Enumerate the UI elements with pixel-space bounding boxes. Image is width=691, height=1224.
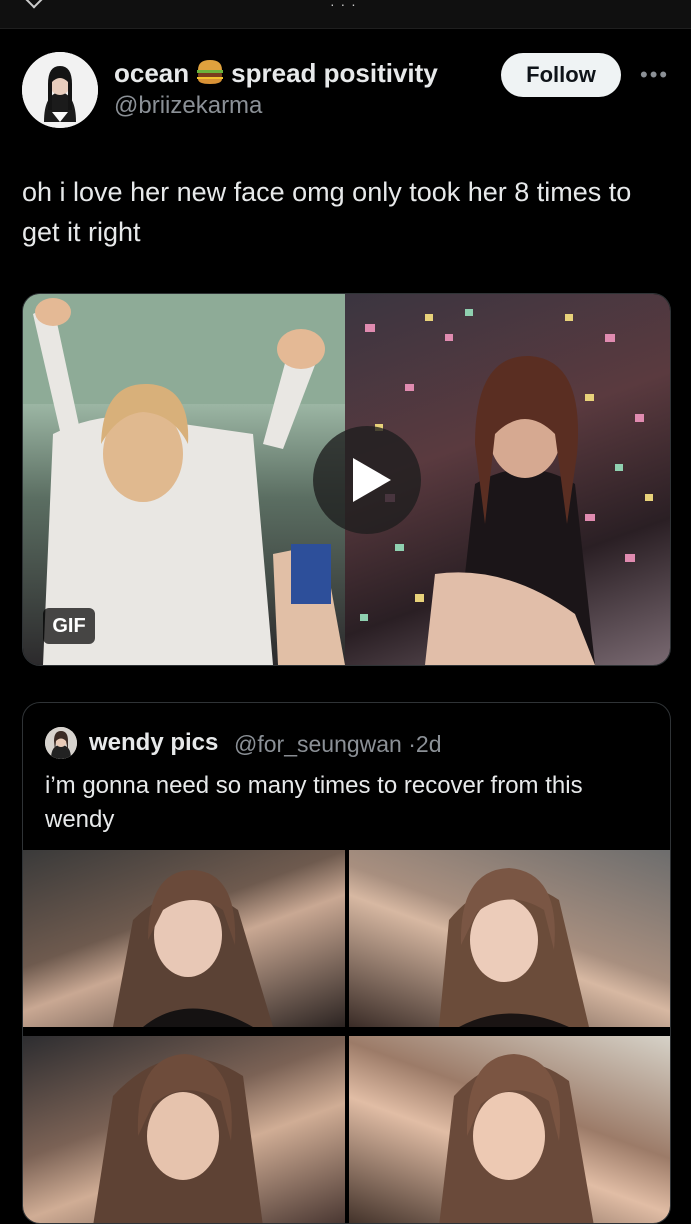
- quote-text: i’m gonna need so many times to recover …: [45, 772, 583, 833]
- author-name-part1: ocean: [114, 58, 190, 88]
- top-nav-bar: · · ·: [0, 0, 691, 29]
- hamburger-icon: [195, 58, 225, 86]
- quote-author-handle[interactable]: @for_seungwan: [234, 731, 402, 757]
- more-options-icon[interactable]: •••: [640, 62, 669, 88]
- gif-badge: GIF: [43, 608, 95, 644]
- quote-photo-3[interactable]: [23, 1036, 345, 1223]
- author-handle[interactable]: @briizekarma: [114, 92, 262, 120]
- author-name-part2: spread positivity: [231, 58, 438, 88]
- play-icon: [353, 458, 391, 502]
- quote-photo-1[interactable]: [23, 850, 345, 1027]
- truncated-title: · · ·: [330, 0, 357, 12]
- quote-author-avatar[interactable]: [45, 727, 77, 759]
- quote-meta: @for_seungwan ·2d: [234, 731, 442, 758]
- author-avatar[interactable]: [22, 52, 98, 128]
- play-button[interactable]: [313, 426, 421, 534]
- quoted-tweet[interactable]: wendy pics @for_seungwan ·2d i’m gonna n…: [22, 702, 671, 1224]
- quote-photo-2[interactable]: [349, 850, 670, 1027]
- chevron-down-icon[interactable]: [25, 0, 43, 9]
- quote-separator: ·: [408, 731, 416, 757]
- follow-button[interactable]: Follow: [501, 53, 621, 97]
- quote-author-name[interactable]: wendy pics: [89, 729, 218, 757]
- author-name[interactable]: ocean spread positivity: [114, 58, 438, 89]
- tweet-media-gif[interactable]: GIF: [22, 293, 671, 666]
- quote-photo-4[interactable]: [349, 1036, 670, 1223]
- tweet-text: oh i love her new face omg only took her…: [22, 177, 632, 247]
- quote-timestamp[interactable]: 2d: [416, 731, 442, 757]
